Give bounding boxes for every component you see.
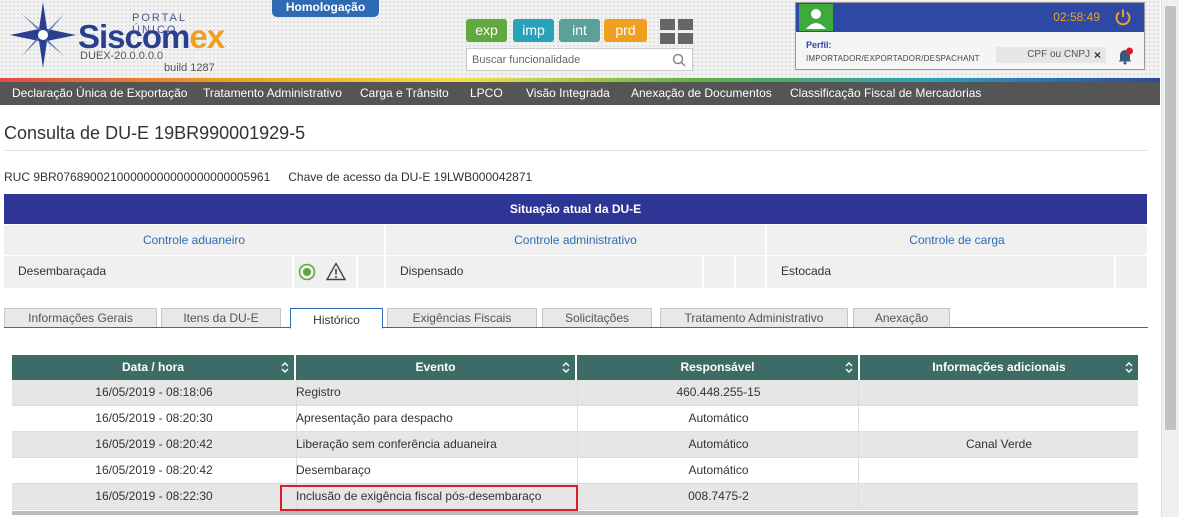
- module-int-button[interactable]: int: [559, 19, 600, 42]
- administrativo-extra-cell-2: [736, 256, 765, 288]
- nav-item-classificacao-fiscal[interactable]: Classificação Fiscal de Mercadorias: [790, 82, 981, 105]
- table-row[interactable]: 16/05/2019 - 08:20:42 Desembaraço Automá…: [12, 458, 1138, 484]
- cell-responsavel: 460.448.255-15: [676, 385, 761, 399]
- carga-extra-cell: [1116, 256, 1147, 288]
- sort-icon[interactable]: [1124, 361, 1134, 374]
- environment-badge: Homologação: [272, 0, 379, 17]
- user-panel: 02:58:49 Perfil: IMPORTADOR/EXPORTADOR/D…: [795, 2, 1145, 70]
- controle-administrativo-value: Dispensado: [386, 256, 702, 288]
- scrollbar-thumb[interactable]: [1165, 6, 1176, 430]
- nav-item-visao-integrada[interactable]: Visão Integrada: [526, 82, 610, 105]
- nav-item-tratamento-administrativo[interactable]: Tratamento Administrativo: [203, 82, 342, 105]
- nav-item-lpco[interactable]: LPCO: [470, 82, 503, 105]
- controle-aduaneiro-value: Desembaraçada: [4, 256, 292, 288]
- apps-grid-icon[interactable]: [660, 19, 693, 44]
- bell-icon[interactable]: [1116, 47, 1134, 65]
- header: PORTAL ÚNICO Siscomex DUEX-20.0.0.0.0 bu…: [0, 0, 1160, 78]
- search-input[interactable]: Buscar funcionalidade: [466, 48, 693, 71]
- table-header: Data / hora Evento Responsável Informaçõ…: [12, 355, 1138, 380]
- cell-evento: Apresentação para despacho: [296, 411, 453, 425]
- nav-item-carga-transito[interactable]: Carga e Trânsito: [360, 82, 449, 105]
- session-clock: 02:58:49: [1053, 10, 1100, 24]
- sort-icon[interactable]: [844, 361, 854, 374]
- module-exp-button[interactable]: exp: [466, 19, 507, 42]
- version-label: DUEX-20.0.0.0.0: [80, 50, 164, 62]
- tab-tratamento-administrativo[interactable]: Tratamento Administrativo: [660, 308, 848, 327]
- cell-evento: Desembaraço: [296, 463, 371, 477]
- chave-acesso-value: Chave de acesso da DU-E 19LWB000042871: [288, 170, 533, 184]
- siscomex-logo[interactable]: PORTAL ÚNICO Siscomex DUEX-20.0.0.0.0 bu…: [10, 2, 230, 74]
- main-nav: Declaração Única de Exportação Tratament…: [0, 82, 1160, 105]
- situacao-header: Situação atual da DU-E: [4, 194, 1147, 224]
- tabs-baseline: [4, 327, 1148, 328]
- cell-responsavel: Automático: [688, 437, 749, 451]
- page-title: Consulta de DU-E 19BR990001929-5: [4, 123, 306, 143]
- nav-item-anexacao-documentos[interactable]: Anexação de Documentos: [631, 82, 772, 105]
- cell-responsavel: Automático: [688, 411, 749, 425]
- table-row[interactable]: 16/05/2019 - 08:20:42 Liberação sem conf…: [12, 432, 1138, 458]
- column-header-informacoes-adicionais[interactable]: Informações adicionais: [860, 355, 1138, 380]
- module-imp-button[interactable]: imp: [513, 19, 554, 42]
- user-avatar-icon[interactable]: [799, 4, 833, 31]
- cell-responsavel: 008.7475-2: [688, 489, 749, 503]
- tab-solicitacoes[interactable]: Solicitações: [542, 308, 652, 327]
- cell-evento: Registro: [296, 385, 341, 399]
- controle-carga-label: Controle de carga: [767, 225, 1147, 255]
- tab-anexacao[interactable]: Anexação: [853, 308, 950, 327]
- sort-icon[interactable]: [280, 361, 290, 374]
- star-logo-icon: [10, 2, 76, 68]
- table-row[interactable]: 16/05/2019 - 08:18:06 Registro 460.448.2…: [12, 380, 1138, 406]
- controle-aduaneiro-label: Controle aduaneiro: [4, 225, 384, 255]
- aduaneiro-status-icons: [294, 256, 356, 288]
- cell-evento: Inclusão de exigência fiscal pós-desemba…: [296, 489, 542, 503]
- column-header-responsavel[interactable]: Responsável: [577, 355, 860, 380]
- vertical-scrollbar[interactable]: [1161, 0, 1179, 517]
- power-icon[interactable]: [1114, 8, 1132, 26]
- cell-informacoes: [860, 380, 1138, 405]
- cell-informacoes: [860, 458, 1138, 483]
- cell-data-hora: 16/05/2019 - 08:18:06: [95, 385, 213, 399]
- table-bottom-border: [12, 511, 1138, 515]
- tab-exigencias-fiscais[interactable]: Exigências Fiscais: [387, 308, 537, 327]
- ruc-info: RUC 9BR07689002100000000000000000005961 C…: [4, 170, 532, 184]
- cell-data-hora: 16/05/2019 - 08:20:30: [95, 411, 213, 425]
- table-row[interactable]: 16/05/2019 - 08:20:30 Apresentação para …: [12, 406, 1138, 432]
- aduaneiro-extra-cell: [358, 256, 384, 288]
- cell-informacoes: [860, 406, 1138, 431]
- warning-icon[interactable]: [326, 262, 346, 281]
- cell-data-hora: 16/05/2019 - 08:20:42: [95, 463, 213, 477]
- clear-cpf-button[interactable]: ×: [1094, 47, 1101, 63]
- tab-itens-due[interactable]: Itens da DU-E: [161, 308, 281, 327]
- search-icon[interactable]: [672, 53, 686, 67]
- controle-administrativo-label: Controle administrativo: [386, 225, 765, 255]
- administrativo-extra-cell-1: [704, 256, 734, 288]
- ruc-value: RUC 9BR07689002100000000000000000005961: [4, 170, 271, 184]
- control-values: Desembaraçada Dispensado Estocada: [4, 256, 1147, 288]
- cell-informacoes: [860, 484, 1138, 509]
- build-label: build 1287: [164, 62, 215, 74]
- perfil-value[interactable]: IMPORTADOR/EXPORTADOR/DESPACHANT: [806, 54, 980, 63]
- nav-item-due[interactable]: Declaração Única de Exportação: [12, 82, 187, 105]
- cell-evento: Liberação sem conferência aduaneira: [296, 437, 497, 451]
- perfil-label: Perfil:: [806, 40, 832, 50]
- sort-icon[interactable]: [561, 361, 571, 374]
- controle-carga-value: Estocada: [767, 256, 1114, 288]
- tab-informacoes-gerais[interactable]: Informações Gerais: [4, 308, 157, 327]
- control-headers: Controle aduaneiro Controle administrati…: [4, 225, 1147, 255]
- cell-data-hora: 16/05/2019 - 08:22:30: [95, 489, 213, 503]
- cell-data-hora: 16/05/2019 - 08:20:42: [95, 437, 213, 451]
- tab-historico[interactable]: Histórico: [290, 308, 383, 329]
- user-bar: 02:58:49: [796, 3, 1144, 32]
- check-circle-icon[interactable]: [298, 263, 316, 281]
- title-divider: [4, 150, 1148, 151]
- column-header-evento[interactable]: Evento: [296, 355, 577, 380]
- cell-informacoes: Canal Verde: [965, 437, 1033, 451]
- module-prd-button[interactable]: prd: [604, 19, 647, 42]
- cpf-cnpj-input[interactable]: CPF ou CNPJ: [996, 47, 1106, 63]
- cell-responsavel: Automático: [688, 463, 749, 477]
- column-header-data-hora[interactable]: Data / hora: [12, 355, 296, 380]
- table-row[interactable]: 16/05/2019 - 08:22:30 Inclusão de exigên…: [12, 484, 1138, 510]
- search-placeholder: Buscar funcionalidade: [472, 54, 581, 66]
